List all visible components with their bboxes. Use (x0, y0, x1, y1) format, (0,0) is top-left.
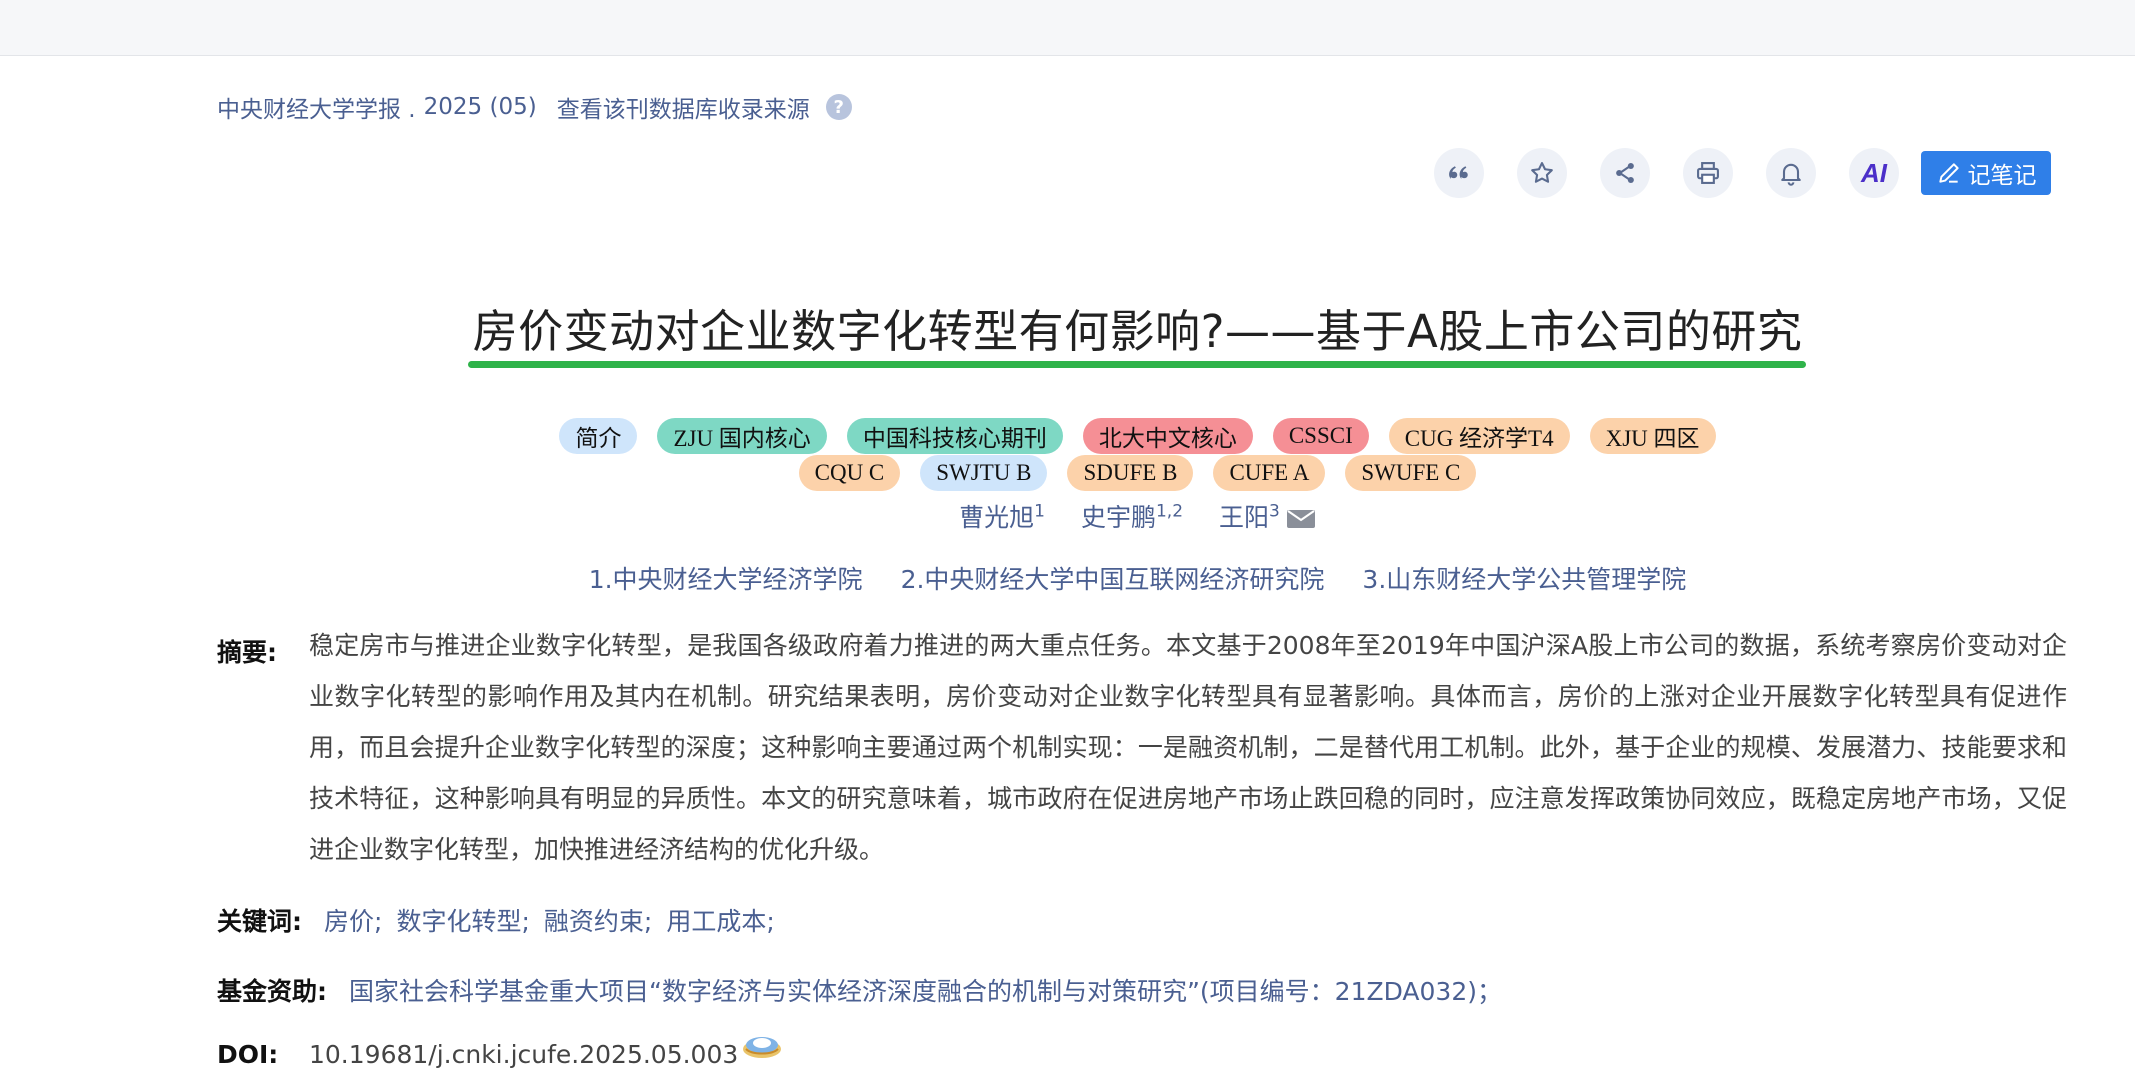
index-tags-row-2: CQU C SWJTU B SDUFE B CUFE A SWUFE C (0, 455, 2135, 491)
author-link[interactable]: 王阳3 (1219, 498, 1316, 534)
doi-value: 10.19681/j.cnki.jcufe.2025.05.003 (309, 1040, 739, 1069)
issue-link[interactable]: 2025 (05) (424, 94, 537, 120)
ai-icon[interactable]: AI (1849, 148, 1899, 198)
abstract-section: 摘要: 稳定房市与推进企业数字化转型，是我国各级政府着力推进的两大重点任务。本文… (217, 630, 2067, 875)
funding-label: 基金资助: (217, 977, 327, 1006)
index-tags-row-1: 简介 ZJU 国内核心 中国科技核心期刊 北大中文核心 CSSCI CUG 经济学T4 XJ… (0, 418, 2135, 454)
author-link[interactable]: 史宇鹏1,2 (1081, 498, 1183, 534)
share-icon[interactable] (1600, 148, 1650, 198)
index-tag[interactable]: SWUFE C (1345, 455, 1477, 491)
keyword-link[interactable]: 融资约束; (544, 902, 652, 938)
affiliation-link[interactable]: 1.中央财经大学经济学院 (589, 560, 863, 596)
funding-section: 基金资助: 国家社会科学基金重大项目“数字经济与实体经济深度融合的机制与对策研究… (217, 972, 1502, 1008)
help-icon[interactable]: ? (825, 94, 852, 120)
index-tag[interactable]: SDUFE B (1067, 455, 1194, 491)
index-tag[interactable]: CUFE A (1213, 455, 1326, 491)
pencil-icon (1938, 163, 1959, 183)
abstract-label: 摘要: (217, 638, 277, 667)
doi-label: DOI: (217, 1040, 279, 1069)
print-icon[interactable] (1683, 148, 1733, 198)
index-tag[interactable]: XJU 四区 (1589, 418, 1716, 454)
article-toolbar: AI 记笔记 (1434, 148, 2051, 198)
index-tag[interactable]: CSSCI (1272, 418, 1369, 454)
star-icon[interactable] (1517, 148, 1567, 198)
keywords-label: 关键词: (217, 907, 302, 936)
source-line: 中央财经大学学报 . 2025 (05) 查看该刊数据库收录来源 ? (217, 90, 852, 124)
browser-top-bar (0, 0, 2135, 56)
bell-icon[interactable] (1766, 148, 1816, 198)
funding-link[interactable]: 国家社会科学基金重大项目“数字经济与实体经济深度融合的机制与对策研究”(项目编号… (349, 972, 1502, 1008)
affiliation-list: 1.中央财经大学经济学院 2.中央财经大学中国互联网经济研究院 3.山东财经大学… (0, 560, 2135, 596)
mail-icon[interactable] (1286, 509, 1316, 529)
affiliation-link[interactable]: 3.山东财经大学公共管理学院 (1362, 560, 1686, 596)
index-tag[interactable]: 中国科技核心期刊 (846, 418, 1063, 454)
journal-link[interactable]: 中央财经大学学报 . (217, 90, 416, 124)
keywords-section: 关键词: 房价; 数字化转型; 融资约束; 用工成本; (217, 902, 789, 938)
index-tag[interactable]: 简介 (559, 418, 638, 454)
keyword-link[interactable]: 数字化转型; (396, 902, 529, 938)
doi-resolver-icon[interactable] (740, 1029, 784, 1063)
quote-icon[interactable] (1434, 148, 1484, 198)
index-tag[interactable]: ZJU 国内核心 (657, 418, 827, 454)
index-tag[interactable]: CUG 经济学T4 (1388, 418, 1570, 454)
keyword-link[interactable]: 房价; (324, 902, 382, 938)
take-notes-button[interactable]: 记笔记 (1921, 151, 2051, 195)
index-tag[interactable]: SWJTU B (920, 455, 1048, 491)
database-source-link[interactable]: 查看该刊数据库收录来源 (557, 90, 810, 124)
keyword-link[interactable]: 用工成本; (666, 902, 774, 938)
take-notes-label: 记笔记 (1967, 163, 2037, 189)
title-underline (468, 361, 1806, 368)
author-list: 曹光旭1 史宇鹏1,2 王阳3 (0, 498, 2135, 534)
index-tag[interactable]: CQU C (798, 455, 901, 491)
abstract-text: 稳定房市与推进企业数字化转型，是我国各级政府着力推进的两大重点任务。本文基于20… (309, 631, 2067, 864)
author-link[interactable]: 曹光旭1 (959, 498, 1045, 534)
affiliation-link[interactable]: 2.中央财经大学中国互联网经济研究院 (901, 560, 1325, 596)
doi-section: DOI: 10.19681/j.cnki.jcufe.2025.05.003 (217, 1036, 784, 1069)
ai-label: AI (1861, 157, 1887, 188)
index-tag[interactable]: 北大中文核心 (1082, 418, 1253, 454)
article-title: 房价变动对企业数字化转型有何影响?——基于A股上市公司的研究 (472, 305, 1803, 358)
